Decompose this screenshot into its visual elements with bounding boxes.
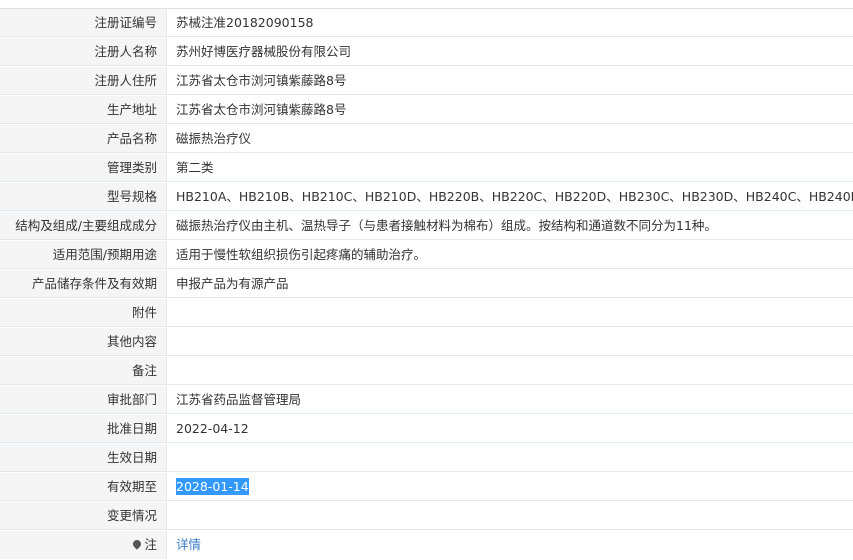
- value-approval-date: 2022-04-12: [167, 415, 853, 442]
- value-remarks: [167, 357, 853, 384]
- label-approval-department: 审批部门: [0, 386, 167, 413]
- label-registrant-name: 注册人名称: [0, 38, 167, 65]
- value-attachment: [167, 299, 853, 326]
- value-approval-department: 江苏省药品监督管理局: [167, 386, 853, 413]
- row-approval-department: 审批部门 江苏省药品监督管理局: [0, 386, 853, 414]
- value-registration-number: 苏械注准20182090158: [167, 9, 853, 36]
- row-valid-until: 有效期至 2028-01-14: [0, 473, 853, 501]
- label-production-address: 生产地址: [0, 96, 167, 123]
- value-valid-until[interactable]: 2028-01-14: [176, 478, 249, 495]
- value-registrant-name: 苏州好博医疗器械股份有限公司: [167, 38, 853, 65]
- label-remarks: 备注: [0, 357, 167, 384]
- row-effective-date: 生效日期: [0, 444, 853, 472]
- value-effective-date: [167, 444, 853, 471]
- row-other-content: 其他内容: [0, 328, 853, 356]
- label-valid-until: 有效期至: [0, 473, 167, 500]
- row-registrant-name: 注册人名称 苏州好博医疗器械股份有限公司: [0, 38, 853, 66]
- label-effective-date: 生效日期: [0, 444, 167, 471]
- row-model-spec: 型号规格 HB210A、HB210B、HB210C、HB210D、HB220B、…: [0, 183, 853, 211]
- row-change-status: 变更情况: [0, 502, 853, 530]
- value-note: 详情: [167, 531, 853, 559]
- label-product-name: 产品名称: [0, 125, 167, 152]
- row-management-category: 管理类别 第二类: [0, 154, 853, 182]
- row-approval-date: 批准日期 2022-04-12: [0, 415, 853, 443]
- label-storage-validity: 产品储存条件及有效期: [0, 270, 167, 297]
- value-management-category: 第二类: [167, 154, 853, 181]
- row-intended-use: 适用范围/预期用途 适用于慢性软组织损伤引起疼痛的辅助治疗。: [0, 241, 853, 269]
- label-other-content: 其他内容: [0, 328, 167, 355]
- row-remarks: 备注: [0, 357, 853, 385]
- label-attachment: 附件: [0, 299, 167, 326]
- row-registration-number: 注册证编号 苏械注准20182090158: [0, 9, 853, 37]
- value-valid-until-cell: 2028-01-14: [167, 473, 853, 500]
- value-structure-composition: 磁振热治疗仪由主机、温热导子（与患者接触材料为棉布）组成。按结构和通道数不同分为…: [167, 212, 853, 239]
- value-model-spec: HB210A、HB210B、HB210C、HB210D、HB220B、HB220…: [167, 183, 853, 210]
- row-product-name: 产品名称 磁振热治疗仪: [0, 125, 853, 153]
- details-link[interactable]: 详情: [176, 537, 201, 552]
- row-note: 注 详情: [0, 531, 853, 559]
- label-change-status: 变更情况: [0, 502, 167, 529]
- value-intended-use: 适用于慢性软组织损伤引起疼痛的辅助治疗。: [167, 241, 853, 268]
- label-note: 注: [0, 531, 167, 559]
- label-structure-composition: 结构及组成/主要组成成分: [0, 212, 167, 239]
- row-structure-composition: 结构及组成/主要组成成分 磁振热治疗仪由主机、温热导子（与患者接触材料为棉布）组…: [0, 212, 853, 240]
- label-registrant-address: 注册人住所: [0, 67, 167, 94]
- value-registrant-address: 江苏省太仓市浏河镇紫藤路8号: [167, 67, 853, 94]
- label-management-category: 管理类别: [0, 154, 167, 181]
- row-production-address: 生产地址 江苏省太仓市浏河镇紫藤路8号: [0, 96, 853, 124]
- value-other-content: [167, 328, 853, 355]
- row-registrant-address: 注册人住所 江苏省太仓市浏河镇紫藤路8号: [0, 67, 853, 95]
- label-model-spec: 型号规格: [0, 183, 167, 210]
- registration-detail-table: 注册证编号 苏械注准20182090158 注册人名称 苏州好博医疗器械股份有限…: [0, 8, 853, 560]
- value-change-status: [167, 502, 853, 529]
- row-attachment: 附件: [0, 299, 853, 327]
- row-storage-validity: 产品储存条件及有效期 申报产品为有源产品: [0, 270, 853, 298]
- pin-icon: [131, 538, 144, 550]
- label-registration-number: 注册证编号: [0, 9, 167, 36]
- value-product-name: 磁振热治疗仪: [167, 125, 853, 152]
- value-production-address: 江苏省太仓市浏河镇紫藤路8号: [167, 96, 853, 123]
- value-storage-validity: 申报产品为有源产品: [167, 270, 853, 297]
- label-approval-date: 批准日期: [0, 415, 167, 442]
- label-intended-use: 适用范围/预期用途: [0, 241, 167, 268]
- label-note-text: 注: [144, 537, 157, 552]
